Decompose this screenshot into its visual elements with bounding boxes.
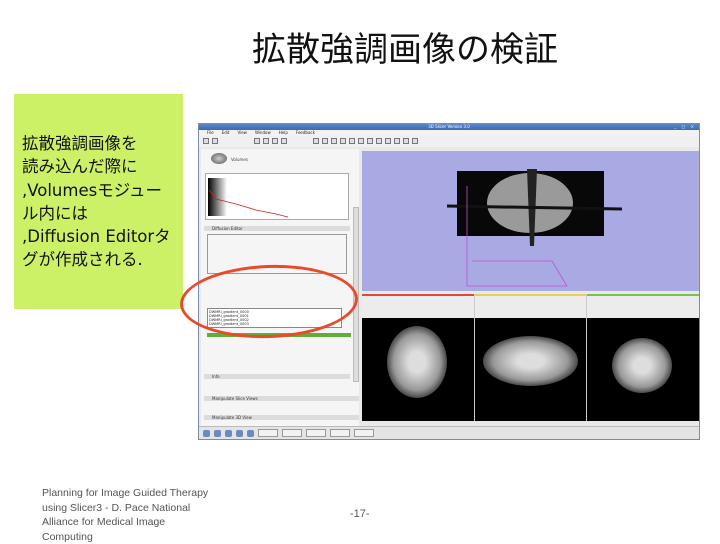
layout-icon[interactable] (367, 138, 373, 144)
taskbar (199, 426, 699, 439)
task-button[interactable] (258, 429, 278, 437)
section-slice-views[interactable]: Manipulate Slice Views (204, 396, 359, 401)
window-controls[interactable]: _ □ × (674, 124, 696, 130)
menu-view[interactable]: View (237, 130, 247, 136)
volumes-module-icon (211, 153, 227, 164)
task-button[interactable] (306, 429, 326, 437)
layout-icon[interactable] (358, 138, 364, 144)
section-diffusion-editor[interactable]: Diffusion Editor (204, 226, 350, 231)
layout-icon[interactable] (349, 138, 355, 144)
task-button[interactable] (330, 429, 350, 437)
layout-icon[interactable] (322, 138, 328, 144)
page-number: -17- (350, 508, 370, 520)
slice-view-red[interactable] (362, 294, 474, 421)
layout-icon[interactable] (331, 138, 337, 144)
slide-title: 拡散強調画像の検証 (252, 30, 558, 70)
menu-feedback[interactable]: Feedback (296, 130, 315, 136)
histogram (205, 173, 349, 220)
app-icon[interactable] (236, 429, 243, 437)
task-button[interactable] (282, 429, 302, 437)
tool-icon[interactable] (272, 138, 278, 144)
app-icon[interactable] (225, 429, 232, 437)
tool-icon[interactable] (281, 138, 287, 144)
layout-icon[interactable] (385, 138, 391, 144)
layout-icon[interactable] (394, 138, 400, 144)
section-info[interactable]: Info (204, 374, 350, 379)
app-icon[interactable] (214, 429, 221, 437)
slice-views (362, 294, 699, 421)
menu-help[interactable]: Help (279, 130, 288, 136)
save-icon[interactable] (212, 138, 218, 144)
module-name: Volumes (231, 157, 248, 162)
title-bar: 3D Slicer Version 3.0 _ □ × (199, 124, 699, 130)
start-icon[interactable] (203, 429, 210, 437)
tool-icon[interactable] (254, 138, 260, 144)
slice-view-yellow[interactable] (474, 294, 587, 421)
layout-icon[interactable] (376, 138, 382, 144)
footer-text: Planning for Image Guided Therapy using … (42, 487, 209, 543)
app-icon[interactable] (247, 429, 254, 437)
menu-edit[interactable]: Edit (222, 130, 230, 136)
layout-icon[interactable] (403, 138, 409, 144)
slice-view-green[interactable] (587, 294, 699, 421)
window-title: 3D Slicer Version 3.0 (428, 124, 470, 129)
layout-icon[interactable] (313, 138, 319, 144)
toolbar (199, 136, 699, 147)
layout-icon[interactable] (412, 138, 418, 144)
menu-file[interactable]: File (207, 130, 214, 136)
section-3d-view[interactable]: Manipulate 3D View (204, 415, 359, 420)
task-button[interactable] (354, 429, 374, 437)
3d-view[interactable] (362, 151, 699, 291)
menu-window[interactable]: Window (255, 130, 271, 136)
note-box: 拡散強調画像を 読み込んだ際に ,Volumesモジュー ル内には ,Diffu… (14, 94, 183, 309)
layout-icon[interactable] (340, 138, 346, 144)
load-icon[interactable] (203, 138, 209, 144)
tool-icon[interactable] (263, 138, 269, 144)
